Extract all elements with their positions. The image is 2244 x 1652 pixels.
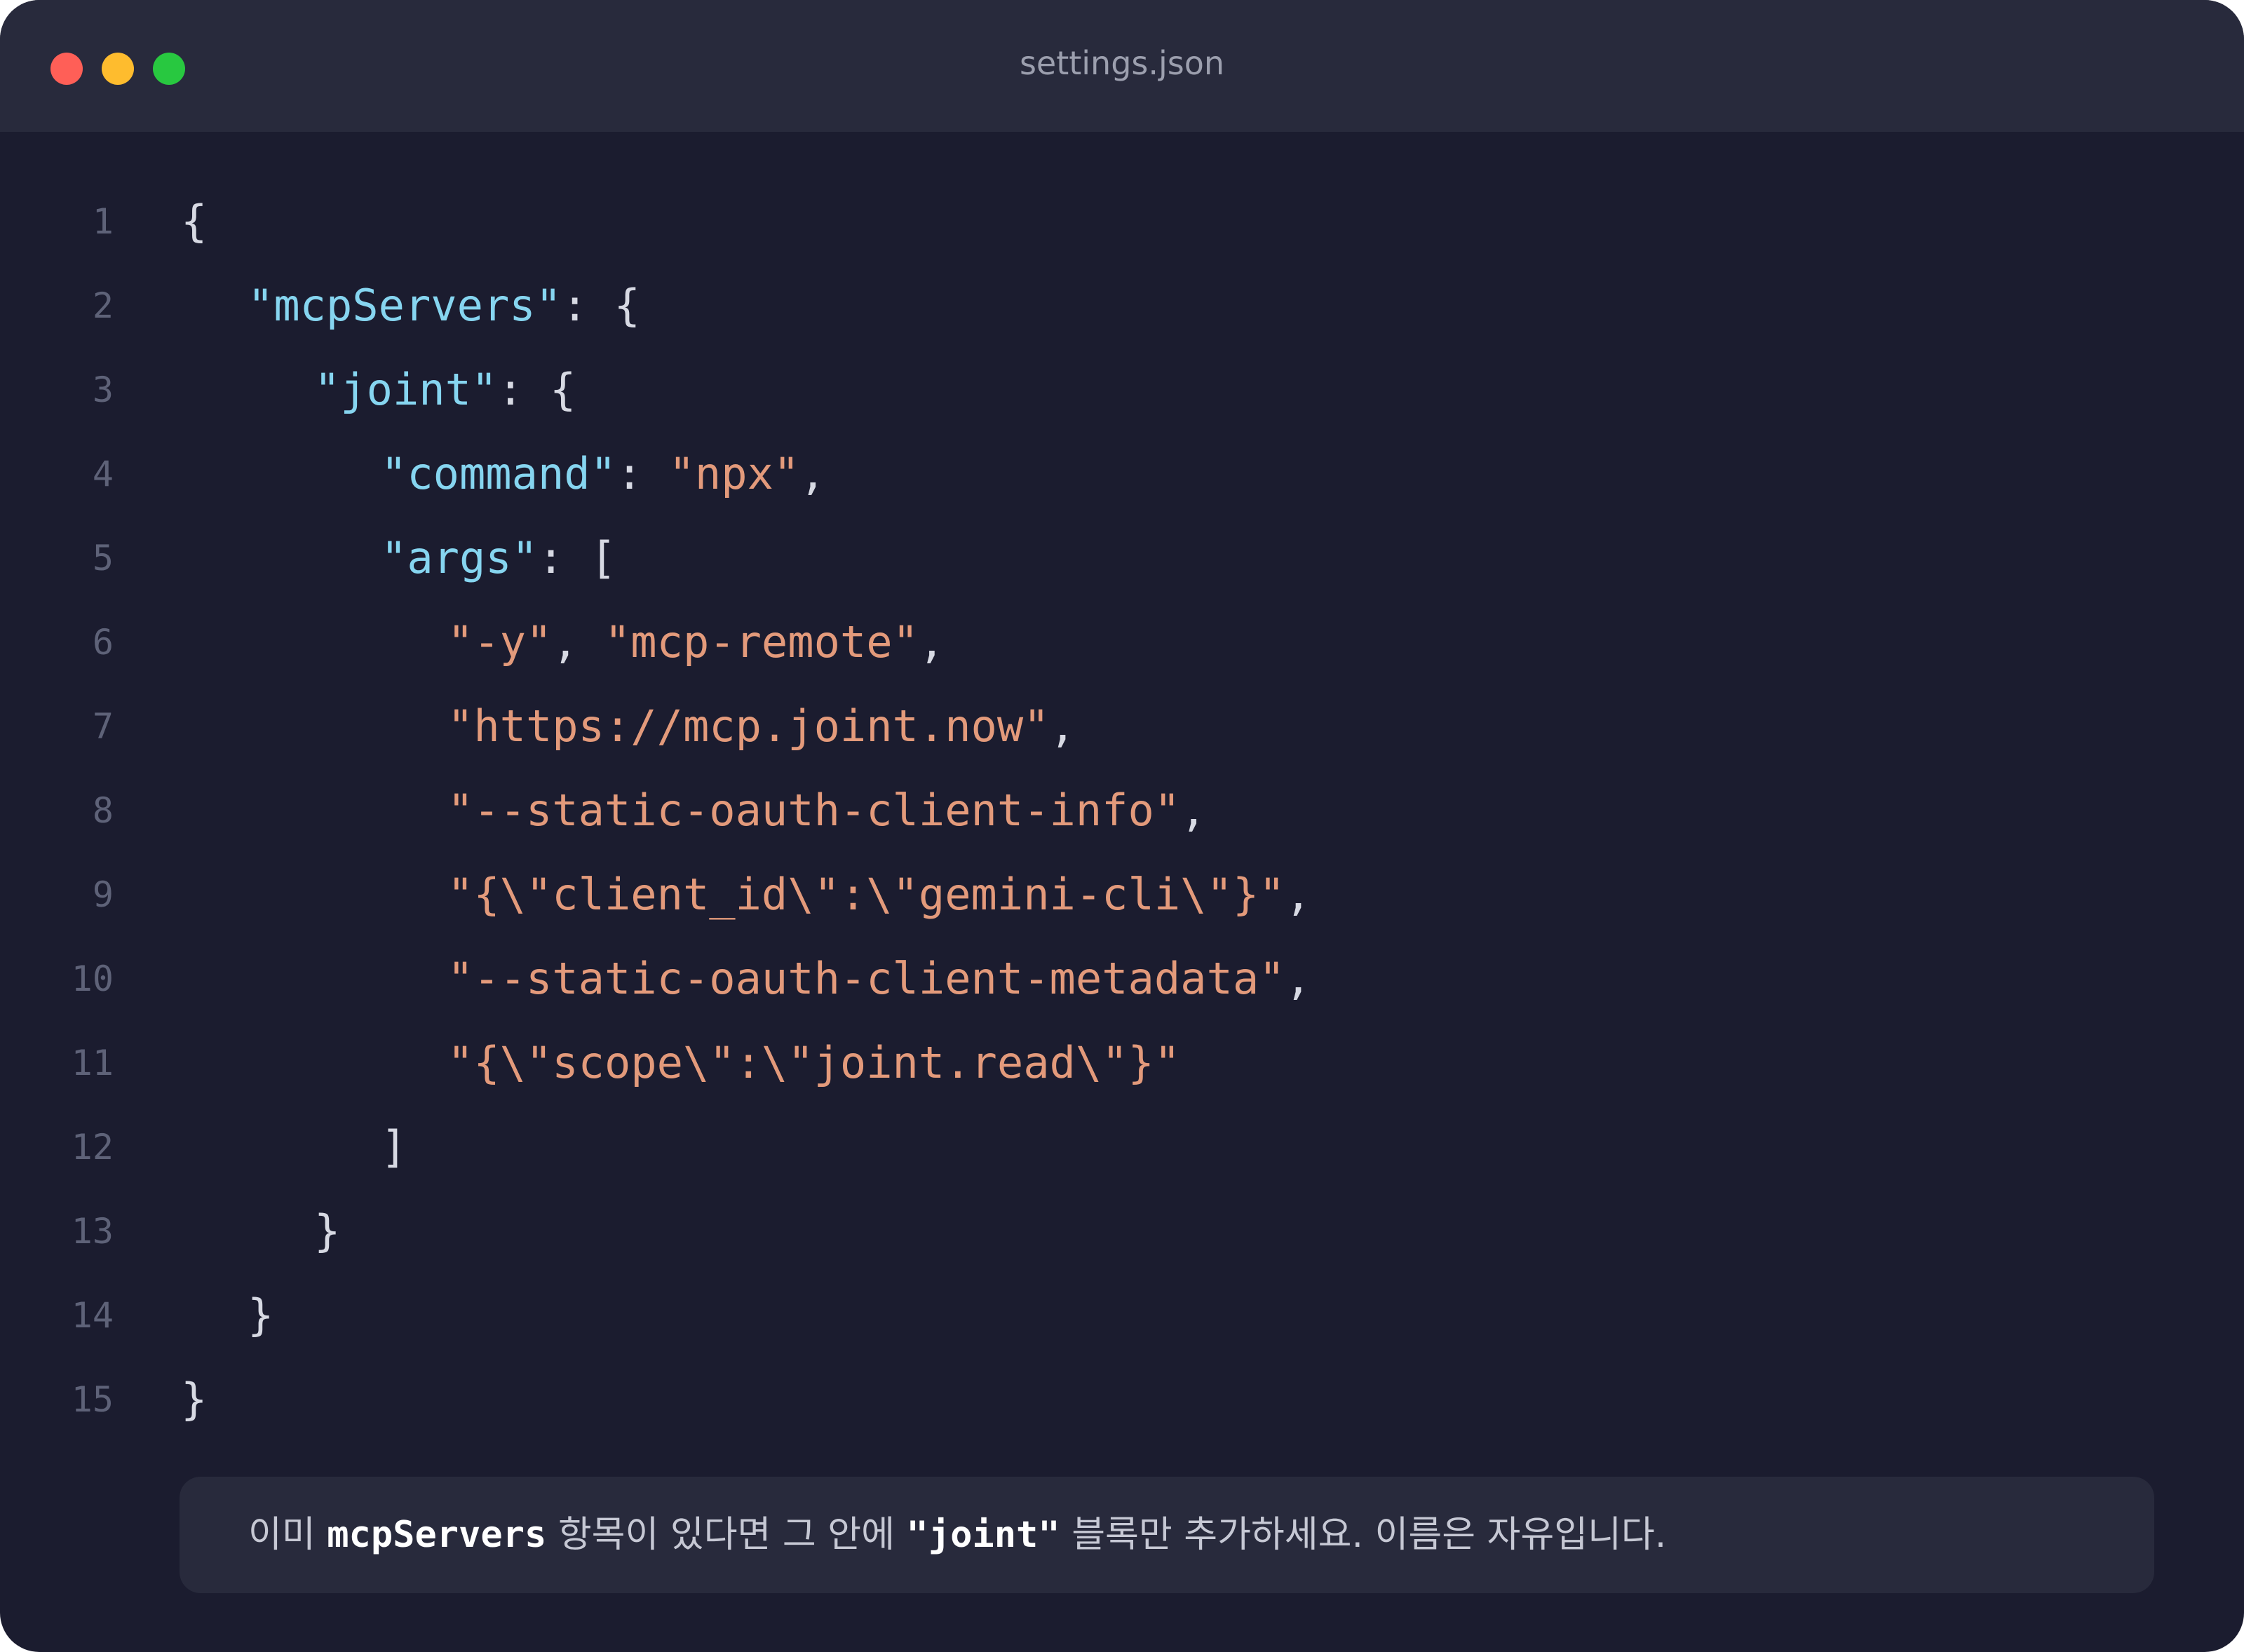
title-bar: settings.json <box>0 0 2244 132</box>
code-line[interactable]: 7 "https://mcp.joint.now", <box>0 684 2244 769</box>
line-number: 13 <box>71 1211 114 1252</box>
line-number: 3 <box>92 370 114 410</box>
code-line[interactable]: 6 "-y", "mcp-remote", <box>0 600 2244 684</box>
json-string: "-y" <box>447 616 553 668</box>
json-key: "mcpServers" <box>248 280 562 331</box>
code-line[interactable]: 12] <box>0 1105 2244 1189</box>
line-content: } <box>314 1189 340 1273</box>
note-code-joint: "joint" <box>906 1514 1060 1556</box>
line-number: 8 <box>92 790 114 831</box>
line-number: 14 <box>71 1295 114 1336</box>
line-content: } <box>248 1273 273 1358</box>
json-punctuation: } <box>181 1374 208 1425</box>
json-punctuation: : { <box>497 364 576 415</box>
line-number: 11 <box>71 1043 114 1083</box>
json-key: "args" <box>381 532 538 583</box>
line-number: 2 <box>92 285 114 326</box>
json-string: "mcp-remote" <box>604 616 919 668</box>
line-number: 4 <box>92 454 114 494</box>
code-line[interactable]: 10 "--static-oauth-client-metadata", <box>0 937 2244 1021</box>
json-punctuation: : <box>616 448 669 499</box>
json-string: "--static-oauth-client-info" <box>447 785 1181 836</box>
json-punctuation: ] <box>381 1121 407 1172</box>
json-punctuation: , <box>1049 700 1076 752</box>
code-line[interactable]: 15} <box>0 1358 2244 1442</box>
json-key: "joint" <box>314 364 498 415</box>
json-punctuation: , <box>918 616 945 668</box>
editor-window: settings.json 1{2 "mcpServers": {3 "joint"… <box>0 0 2244 1652</box>
code-line[interactable]: 5 "args": [ <box>0 516 2244 600</box>
line-number: 10 <box>71 959 114 999</box>
code-line[interactable]: 8 "--static-oauth-client-info", <box>0 769 2244 853</box>
json-key: "command" <box>381 448 616 499</box>
line-content: "--static-oauth-client-info", <box>447 769 1207 853</box>
line-number: 7 <box>92 706 114 747</box>
json-punctuation: , <box>799 448 826 499</box>
json-punctuation: { <box>181 196 208 247</box>
code-line[interactable]: 9 "{\"client_id\":\"gemini-cli\"}", <box>0 853 2244 937</box>
json-string: "--static-oauth-client-metadata" <box>447 953 1285 1004</box>
line-number: 5 <box>92 538 114 578</box>
line-number: 15 <box>71 1379 114 1420</box>
code-line[interactable]: 2 "mcpServers": { <box>0 264 2244 348</box>
json-string: "{\"scope\":\"joint.read\"}" <box>447 1037 1181 1088</box>
code-line[interactable]: 13} <box>0 1189 2244 1273</box>
code-line[interactable]: 3 "joint": { <box>0 348 2244 432</box>
json-punctuation: , <box>1285 953 1311 1004</box>
json-punctuation: , <box>552 616 604 668</box>
note-code-mcpservers: mcpServers <box>327 1514 547 1556</box>
line-content: "mcpServers": { <box>248 264 640 348</box>
json-punctuation: } <box>314 1205 341 1257</box>
code-line[interactable]: 1{ <box>0 180 2244 264</box>
note-text: 이미 <box>248 1514 327 1556</box>
line-number: 9 <box>92 874 114 915</box>
code-editor[interactable]: 1{2 "mcpServers": {3 "joint": {4 "command":… <box>0 180 2244 1442</box>
json-string: "https://mcp.joint.now" <box>447 700 1050 752</box>
window-title: settings.json <box>1019 44 1225 82</box>
info-note: 이미 mcpServers 항목이 있다면 그 안에 "joint" 블록만 추… <box>180 1477 2154 1593</box>
code-line[interactable]: 14} <box>0 1273 2244 1358</box>
line-content: "-y", "mcp-remote", <box>447 600 945 684</box>
note-text: 항목이 있다면 그 안에 <box>546 1514 907 1556</box>
line-content: "{\"client_id\":\"gemini-cli\"}", <box>447 853 1311 937</box>
line-content: ] <box>381 1105 407 1189</box>
note-text: 블록만 추가하세요. 이름은 자유입니다. <box>1060 1514 1667 1556</box>
line-number: 6 <box>92 622 114 663</box>
line-content: "--static-oauth-client-metadata", <box>447 937 1311 1021</box>
line-number: 12 <box>71 1127 114 1167</box>
json-punctuation: , <box>1180 785 1207 836</box>
json-string: "npx" <box>668 448 800 499</box>
line-content: "joint": { <box>314 348 576 432</box>
code-line[interactable]: 4 "command": "npx", <box>0 432 2244 516</box>
code-line[interactable]: 11 "{\"scope\":\"joint.read\"}" <box>0 1021 2244 1105</box>
line-content: { <box>181 180 207 264</box>
json-string: "{\"client_id\":\"gemini-cli\"}" <box>447 869 1285 920</box>
line-content: "{\"scope\":\"joint.read\"}" <box>447 1021 1180 1105</box>
json-punctuation: } <box>248 1289 274 1341</box>
json-punctuation: , <box>1285 869 1311 920</box>
json-punctuation: : [ <box>537 532 616 583</box>
line-content: "command": "npx", <box>381 432 826 516</box>
line-content: "args": [ <box>381 516 616 600</box>
json-punctuation: : { <box>561 280 640 331</box>
line-content: } <box>181 1358 207 1442</box>
line-number: 1 <box>92 201 114 242</box>
line-content: "https://mcp.joint.now", <box>447 684 1076 769</box>
